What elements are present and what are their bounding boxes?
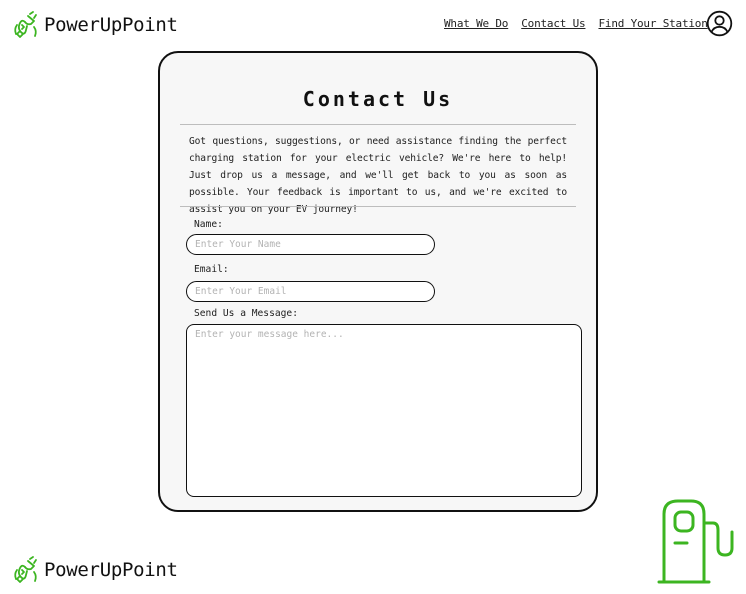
email-label: Email:: [194, 264, 229, 275]
charging-station-icon: [657, 499, 734, 584]
nav-contact-us[interactable]: Contact Us: [521, 17, 585, 30]
user-circle-icon[interactable]: [706, 10, 733, 37]
plug-cord-icon: [14, 11, 37, 38]
plug-cord-icon: [14, 556, 37, 583]
nav-find-your-station[interactable]: Find Your Station: [598, 17, 707, 30]
brand-name: PowerUpPoint: [44, 14, 178, 36]
brand-logo[interactable]: PowerUpPoint: [12, 9, 178, 41]
footer-brand[interactable]: PowerUpPoint: [12, 554, 178, 586]
divider: [180, 124, 576, 125]
divider: [180, 206, 576, 207]
email-input[interactable]: [186, 281, 435, 302]
page-title: Contact Us: [302, 87, 454, 111]
nav-what-we-do[interactable]: What We Do: [444, 17, 508, 30]
site-header: PowerUpPoint What We Do Contact Us Find …: [0, 0, 746, 50]
message-label: Send Us a Message:: [194, 308, 298, 319]
message-textarea[interactable]: [186, 324, 582, 497]
contact-form-card: Contact Us Got questions, suggestions, o…: [158, 51, 598, 512]
footer-brand-name: PowerUpPoint: [44, 559, 178, 581]
main-nav: What We Do Contact Us Find Your Station: [444, 17, 708, 30]
name-label: Name:: [194, 219, 223, 230]
name-input[interactable]: [186, 234, 435, 255]
